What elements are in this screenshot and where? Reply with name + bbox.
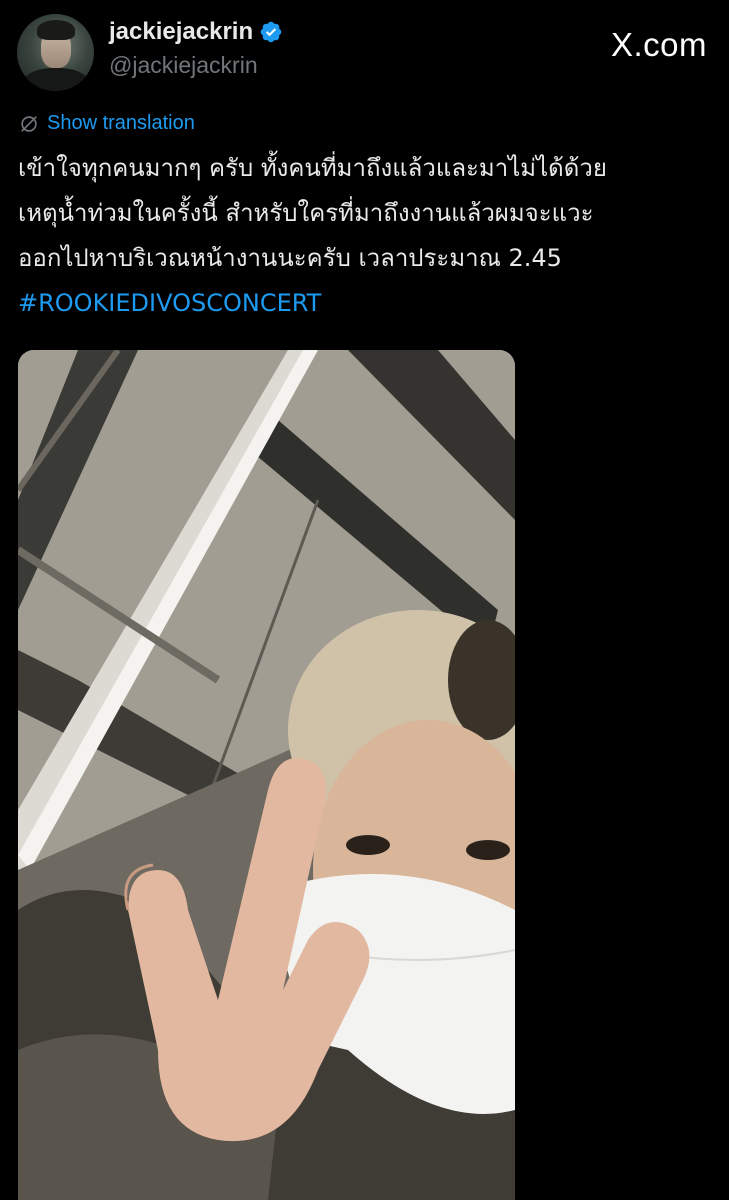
avatar-hair bbox=[37, 20, 75, 40]
avatar-shoulders bbox=[21, 68, 91, 91]
x-brand-logo: X.com bbox=[611, 26, 707, 64]
hashtag-link[interactable]: #ROOKIEDIVOSCONCERT bbox=[18, 281, 718, 326]
author-handle[interactable]: @jackiejackrin bbox=[109, 52, 258, 79]
tweet-header: jackiejackrin @jackiejackrin X.com bbox=[0, 0, 729, 100]
tweet-text-line: ออกไปหาบริเวณหน้างานนะครับ เวลาประมาณ 2.… bbox=[18, 244, 562, 272]
brand-text: X.com bbox=[610, 26, 707, 63]
show-translation-label[interactable]: Show translation bbox=[47, 112, 195, 135]
tweet-text-line: เหตุน้ำท่วมในครั้งนี้ สำหรับใครที่มาถึงง… bbox=[18, 199, 594, 227]
tweet-text-line: เข้าใจทุกคนมากๆ ครับ ทั้งคนที่มาถึงแล้วแ… bbox=[18, 154, 607, 182]
verified-badge-icon bbox=[260, 21, 282, 43]
tweet-photo[interactable] bbox=[18, 350, 515, 1200]
author-avatar[interactable] bbox=[17, 14, 94, 91]
author-name-row[interactable]: jackiejackrin bbox=[109, 18, 283, 46]
selfie-image bbox=[18, 350, 515, 1200]
tweet-body: เข้าใจทุกคนมากๆ ครับ ทั้งคนที่มาถึงแล้วแ… bbox=[18, 146, 718, 326]
globe-slash-icon bbox=[21, 115, 37, 132]
show-translation-button[interactable]: Show translation bbox=[18, 112, 195, 135]
author-display-name[interactable]: jackiejackrin bbox=[109, 18, 253, 46]
